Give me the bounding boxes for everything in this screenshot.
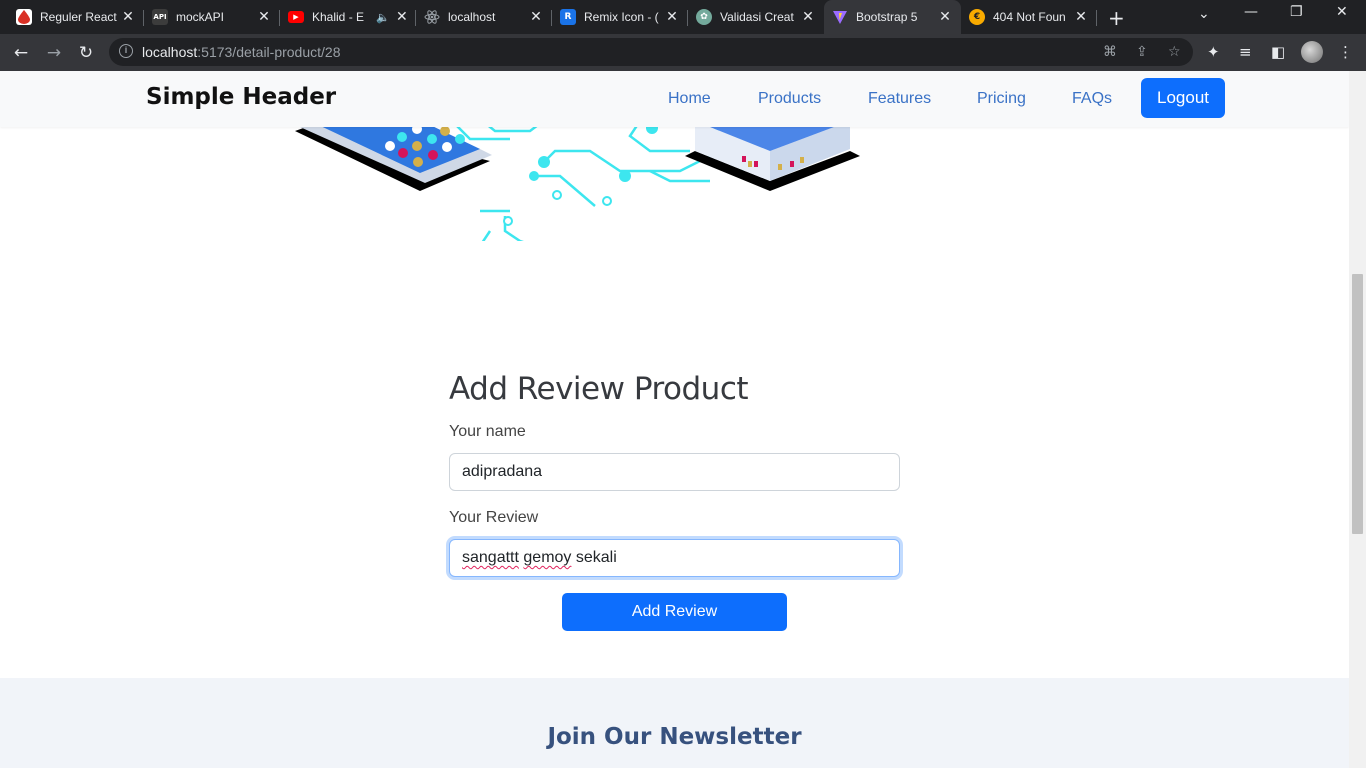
api-icon: API [152,9,168,25]
close-tab-icon[interactable]: ✕ [120,9,136,25]
browser-tab[interactable]: ▶ Khalid - E 🔈 ✕ [280,4,416,30]
restore-icon[interactable]: ❐ [1290,4,1303,20]
review-input[interactable]: sangattt gemoy sekali [449,539,900,577]
minimize-icon[interactable]: — [1244,4,1258,20]
newsletter-title: Join Our Newsletter [547,724,802,750]
site-info-icon[interactable]: i [119,44,133,58]
vite-icon [832,9,848,25]
name-label: Your name [449,423,526,440]
browser-tab-strip: Reguler React ✕ API mockAPI ✕ ▶ Khalid -… [0,0,1366,34]
remix-icon: R [560,9,576,25]
share-icon[interactable]: ⇪ [1136,44,1148,60]
translate-icon[interactable]: ⌘ [1103,44,1117,60]
forward-icon[interactable]: → [42,41,66,65]
newsletter-section: Join Our Newsletter [0,678,1349,768]
reload-icon[interactable]: ↻ [74,41,98,65]
close-tab-icon[interactable]: ✕ [528,9,544,25]
browser-tab[interactable]: € 404 Not Foun ✕ [961,4,1097,30]
form-title: Add Review Product [449,371,749,407]
nav-link-home[interactable]: Home [668,90,711,108]
side-panel-icon[interactable]: ◧ [1271,43,1285,61]
openai-icon: ✿ [696,9,712,25]
browser-toolbar: ← → ↻ i localhost:5173/detail-product/28… [0,34,1366,71]
page-scrollbar[interactable] [1349,71,1366,768]
logout-button[interactable]: Logout [1141,78,1225,118]
nav-link-products[interactable]: Products [758,90,821,108]
browser-tab[interactable]: ✿ Validasi Creat ✕ [688,4,824,30]
name-input[interactable]: adipradana [449,453,900,491]
add-review-button[interactable]: Add Review [562,593,787,631]
browser-tab[interactable]: Reguler React ✕ [8,4,144,30]
url-text[interactable]: localhost:5173/detail-product/28 [142,44,340,60]
address-bar[interactable]: i localhost:5173/detail-product/28 ⌘ ⇪ ☆ [109,38,1193,66]
nav-link-faqs[interactable]: FAQs [1072,90,1112,108]
brand-title[interactable]: Simple Header [146,84,336,110]
bookmark-star-icon[interactable]: ☆ [1168,44,1181,60]
new-tab-icon[interactable]: + [1108,6,1125,30]
add-review-form: Add Review Product Your name adipradana … [449,371,900,631]
close-tab-icon[interactable]: ✕ [256,9,272,25]
media-control-icon[interactable]: ≡ [1239,43,1252,61]
scrollbar-thumb[interactable] [1352,274,1363,534]
drop-icon [16,9,32,25]
audio-playing-icon[interactable]: 🔈 [376,11,390,24]
react-icon [424,9,440,25]
close-window-icon[interactable]: ✕ [1336,4,1348,20]
close-tab-icon[interactable]: ✕ [1073,9,1089,25]
euro-icon: € [969,9,985,25]
more-menu-icon[interactable]: ⋮ [1338,43,1353,61]
browser-tab[interactable]: R Remix Icon - ( ✕ [552,4,688,30]
web-page: Simple Header Home Products Features Pri… [0,71,1349,768]
tab-search-chevron-icon[interactable]: ⌄ [1198,6,1210,22]
profile-avatar[interactable] [1301,41,1323,63]
close-tab-icon[interactable]: ✕ [937,9,953,25]
youtube-icon: ▶ [288,11,304,23]
nav-link-pricing[interactable]: Pricing [977,90,1026,108]
close-tab-icon[interactable]: ✕ [664,9,680,25]
nav-link-features[interactable]: Features [868,90,931,108]
close-tab-icon[interactable]: ✕ [800,9,816,25]
review-label: Your Review [449,509,539,526]
close-tab-icon[interactable]: ✕ [396,9,408,25]
site-navbar: Simple Header Home Products Features Pri… [0,71,1349,127]
extensions-icon[interactable]: ✦ [1207,43,1220,61]
browser-tab-active[interactable]: Bootstrap 5 ✕ [824,0,961,34]
browser-tab[interactable]: localhost ✕ [416,4,552,30]
browser-tab[interactable]: API mockAPI ✕ [144,4,280,30]
back-icon[interactable]: ← [9,41,33,65]
